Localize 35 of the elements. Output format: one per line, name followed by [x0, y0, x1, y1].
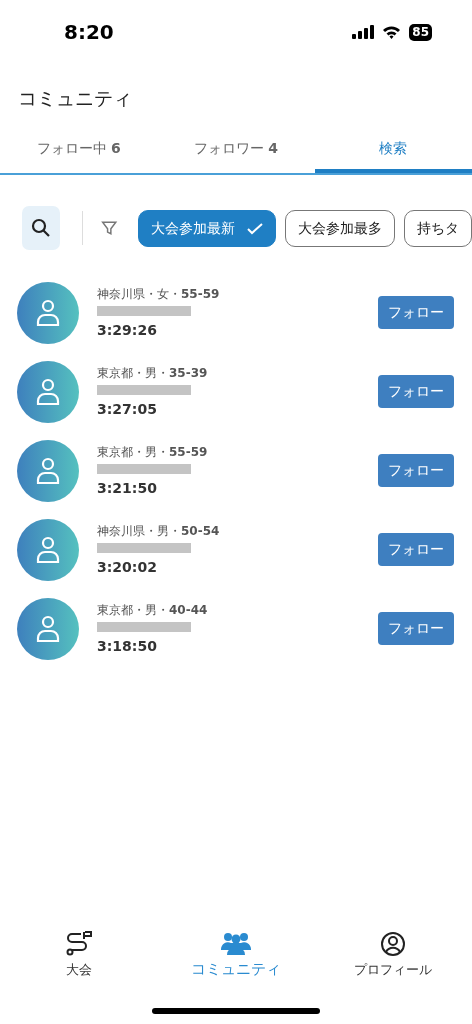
finish-time: 3:27:05	[97, 399, 158, 419]
user-meta: 東京都・男・40-44	[97, 601, 209, 619]
filter-chip[interactable]: 大会参加最多	[285, 209, 395, 247]
search-icon	[31, 218, 52, 238]
course-icon	[64, 931, 93, 957]
user-meta: 神奈川県・男・50-54	[97, 522, 221, 540]
tab[interactable]: フォロワー 4	[157, 130, 315, 173]
finish-time: 3:18:50	[97, 636, 158, 656]
tab[interactable]: 検索	[314, 130, 472, 173]
user-meta: 神奈川県・女・55-59	[97, 285, 221, 303]
check-icon	[247, 222, 263, 235]
profile-icon	[380, 931, 407, 957]
finish-time: 3:20:02	[97, 557, 158, 577]
wifi-icon	[382, 25, 402, 39]
page-title: コミュニティ	[17, 86, 133, 111]
follow-button[interactable]: フォロー	[378, 454, 454, 487]
finish-time: 3:21:50	[97, 478, 158, 498]
status-time: 8:20	[64, 19, 114, 46]
battery-level: 85	[409, 23, 432, 41]
finish-time: 3:29:26	[97, 320, 158, 340]
filter-chip[interactable]: 持ちタ	[404, 209, 472, 247]
follow-button[interactable]: フォロー	[378, 296, 454, 329]
follow-button[interactable]: フォロー	[378, 375, 454, 408]
follow-button[interactable]: フォロー	[378, 612, 454, 645]
nav-tab[interactable]: 大会	[0, 930, 158, 982]
follow-button[interactable]: フォロー	[378, 533, 454, 566]
nav-tab[interactable]: コミュニティ	[157, 930, 315, 982]
people-icon	[221, 931, 251, 955]
signal-icon	[352, 25, 375, 39]
user-meta: 東京都・男・55-59	[97, 443, 209, 461]
filter-chip[interactable]: 大会参加最新	[137, 209, 276, 247]
user-meta: 東京都・男・35-39	[97, 364, 209, 382]
nav-tab[interactable]: プロフィール	[314, 930, 472, 982]
search-button[interactable]	[22, 206, 61, 250]
tab[interactable]: フォロー中 6	[0, 130, 158, 173]
